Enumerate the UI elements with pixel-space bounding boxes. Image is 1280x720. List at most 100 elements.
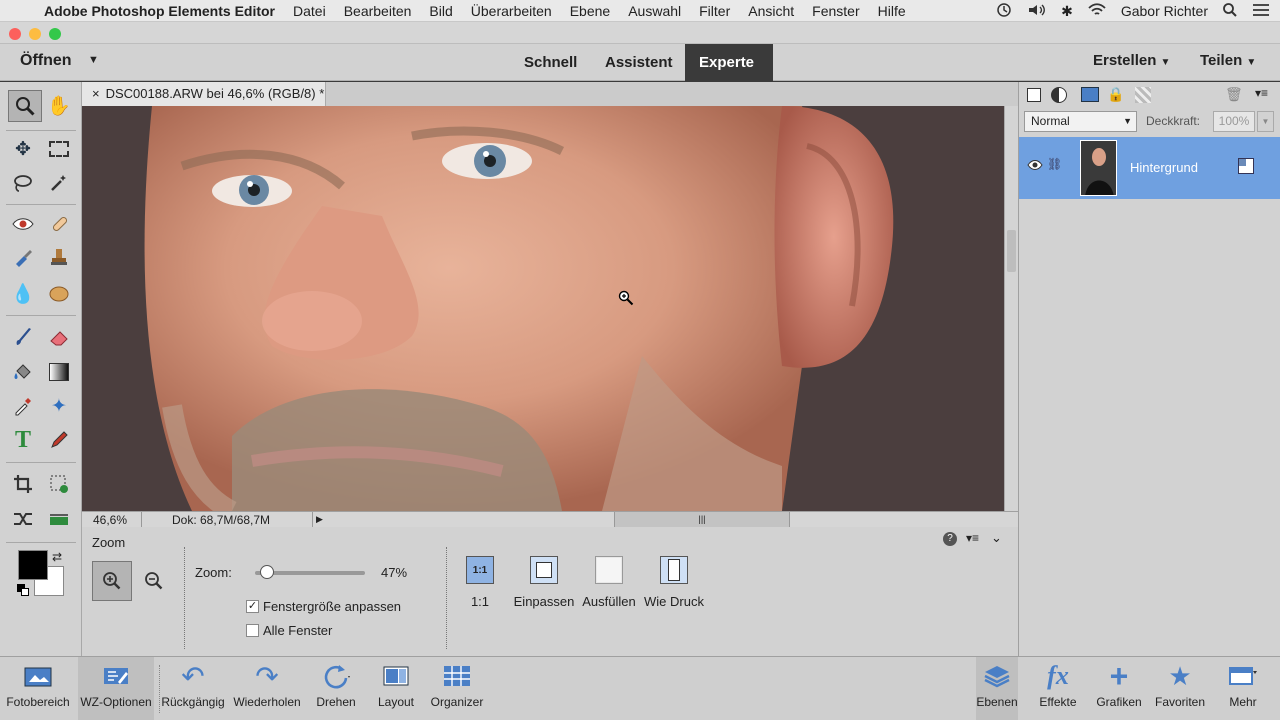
quick-selection-tool-icon[interactable]	[44, 168, 74, 198]
close-window-button[interactable]	[9, 28, 21, 40]
menu-bearbeiten[interactable]: Bearbeiten	[344, 3, 412, 19]
adjustment-layer-icon[interactable]	[1051, 87, 1067, 103]
custom-shape-icon[interactable]: ✦	[44, 391, 74, 421]
zoom-out-mode-button[interactable]	[140, 567, 168, 595]
clone-stamp-icon[interactable]	[44, 242, 74, 272]
all-windows-checkbox[interactable]	[246, 624, 259, 637]
layer-row-background[interactable]: ⛓ Hintergrund	[1019, 137, 1280, 199]
type-tool-icon[interactable]: T	[8, 425, 38, 455]
spot-healing-brush-icon[interactable]	[44, 209, 74, 239]
delete-layer-icon[interactable]: 🗑	[1225, 86, 1243, 103]
tool-options-button[interactable]: WZ-Optionen	[78, 657, 154, 720]
blend-mode-select[interactable]: Normal ▼	[1024, 111, 1137, 132]
menu-auswahl[interactable]: Auswahl	[628, 3, 681, 19]
opacity-field[interactable]: 100%	[1213, 111, 1255, 132]
menu-fenster[interactable]: Fenster	[812, 3, 859, 19]
share-button[interactable]: Teilen ▼	[1200, 52, 1256, 69]
eyedropper-icon[interactable]	[8, 391, 38, 421]
all-windows-label[interactable]: Alle Fenster	[263, 623, 332, 638]
layer-name[interactable]: Hintergrund	[1130, 160, 1198, 175]
menu-ebene[interactable]: Ebene	[570, 3, 610, 19]
smart-brush-icon[interactable]	[8, 242, 38, 272]
menu-bild[interactable]: Bild	[429, 3, 452, 19]
zoom-slider-knob[interactable]	[259, 565, 274, 579]
hand-tool-icon[interactable]: ✋	[44, 91, 74, 121]
mode-quick-tab[interactable]: Schnell	[510, 44, 591, 81]
print-size-button[interactable]	[660, 556, 688, 584]
wifi-icon[interactable]	[1087, 2, 1107, 21]
content-aware-move-icon[interactable]	[8, 504, 38, 534]
zoom-in-mode-button[interactable]	[92, 561, 132, 601]
help-icon[interactable]: ?	[943, 532, 957, 546]
recompose-tool-icon[interactable]	[44, 469, 74, 499]
pencil-tool-icon[interactable]	[44, 425, 74, 455]
lock-all-icon[interactable]: 🔒	[1107, 86, 1124, 103]
menu-ueberarbeiten[interactable]: Überarbeiten	[471, 3, 552, 19]
menu-filter[interactable]: Filter	[699, 3, 730, 19]
eraser-tool-icon[interactable]	[44, 322, 74, 352]
visibility-eye-icon[interactable]	[1027, 159, 1043, 174]
zoom-percentage[interactable]: 46,6%	[93, 513, 127, 528]
layers-button[interactable]: Ebenen	[976, 657, 1018, 720]
horizontal-scroll-thumb[interactable]: |||	[614, 512, 790, 527]
volume-icon[interactable]	[1027, 2, 1047, 21]
one-to-one-button[interactable]: 1:1	[466, 556, 494, 584]
rotate-button[interactable]: Drehen	[308, 657, 364, 720]
open-button[interactable]: Öffnen	[20, 52, 72, 70]
gradient-tool-icon[interactable]	[44, 357, 74, 387]
foreground-color-swatch[interactable]	[18, 550, 48, 580]
image-canvas[interactable]	[82, 106, 1004, 511]
lasso-tool-icon[interactable]	[8, 168, 38, 198]
blur-tool-icon[interactable]: 💧	[8, 279, 38, 309]
new-layer-icon[interactable]	[1027, 88, 1041, 102]
user-name[interactable]: Gabor Richter	[1121, 3, 1208, 19]
layout-button[interactable]: Layout	[370, 657, 422, 720]
move-tool-icon[interactable]: ✥	[8, 134, 38, 164]
bluetooth-icon[interactable]: ✱	[1061, 3, 1073, 20]
graphics-button[interactable]: + Grafiken	[1090, 657, 1148, 720]
collapse-options-icon[interactable]: ⌄	[991, 530, 1002, 546]
straighten-tool-icon[interactable]	[44, 504, 74, 534]
open-dropdown-caret-icon[interactable]: ▼	[88, 54, 99, 66]
organizer-button[interactable]: Organizer	[426, 657, 488, 720]
redo-button[interactable]: ↷ Wiederholen	[230, 657, 304, 720]
notification-center-icon[interactable]	[1252, 3, 1270, 20]
zoom-tool-icon[interactable]	[8, 90, 42, 122]
zoom-window-button[interactable]	[49, 28, 61, 40]
spotlight-search-icon[interactable]	[1222, 2, 1238, 21]
sponge-tool-icon[interactable]	[44, 279, 74, 309]
status-menu-arrow-icon[interactable]: ▶	[312, 512, 326, 527]
favorites-button[interactable]: ★ Favoriten	[1150, 657, 1210, 720]
vertical-scroll-thumb[interactable]	[1007, 230, 1016, 272]
mode-guided-tab[interactable]: Assistent	[591, 44, 687, 81]
zoom-slider[interactable]	[255, 565, 365, 579]
mode-expert-tab[interactable]: Experte	[685, 44, 773, 81]
app-name[interactable]: Adobe Photoshop Elements Editor	[44, 3, 275, 19]
fit-window-label[interactable]: Fenstergröße anpassen	[263, 599, 401, 614]
document-tab[interactable]: × DSC00188.ARW bei 46,6% (RGB/8) *	[82, 82, 326, 106]
close-document-icon[interactable]: ×	[92, 86, 100, 101]
options-menu-icon[interactable]: ▾≡	[966, 531, 979, 545]
fit-window-checkbox[interactable]: ✓	[246, 600, 259, 613]
fill-screen-button[interactable]	[595, 556, 623, 584]
crop-tool-icon[interactable]	[8, 469, 38, 499]
time-machine-icon[interactable]	[995, 2, 1013, 21]
marquee-tool-icon[interactable]	[44, 134, 74, 164]
create-button[interactable]: Erstellen ▼	[1093, 52, 1170, 69]
photo-bin-button[interactable]: Fotobereich	[4, 657, 72, 720]
lock-transparency-icon[interactable]	[1135, 87, 1151, 103]
menu-datei[interactable]: Datei	[293, 3, 326, 19]
vertical-scrollbar[interactable]	[1004, 106, 1018, 511]
menu-hilfe[interactable]: Hilfe	[878, 3, 906, 19]
swap-colors-icon[interactable]: ⇄	[52, 550, 62, 564]
brush-tool-icon[interactable]	[8, 322, 38, 352]
paint-bucket-icon[interactable]	[8, 357, 38, 387]
undo-button[interactable]: ↶ Rückgängig	[160, 657, 226, 720]
more-button[interactable]: Mehr	[1214, 657, 1272, 720]
default-colors-icon[interactable]	[17, 584, 29, 596]
fit-screen-button[interactable]	[530, 556, 558, 584]
effects-button[interactable]: fx Effekte	[1030, 657, 1086, 720]
panel-menu-icon[interactable]: ▾≡	[1255, 86, 1268, 100]
menu-ansicht[interactable]: Ansicht	[748, 3, 794, 19]
opacity-arrow-icon[interactable]: ▼	[1257, 111, 1274, 132]
